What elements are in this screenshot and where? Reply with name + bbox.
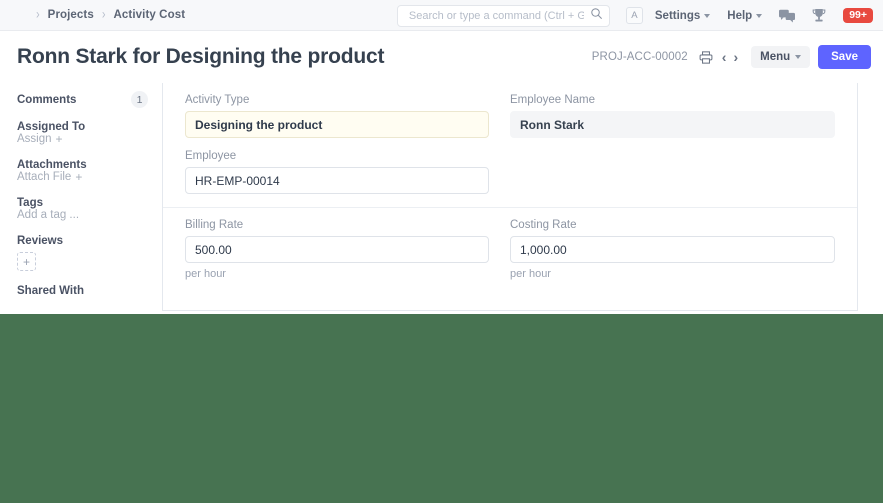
field-label-activity-type: Activity Type <box>185 94 250 106</box>
field-billing-rate: Billing Rate 500.00 per hour <box>185 219 489 280</box>
sidebar-heading-assigned-to: Assigned To <box>17 121 86 133</box>
search-input[interactable] <box>406 8 586 23</box>
plus-icon: + <box>55 132 63 146</box>
field-activity-type: Activity Type Designing the product <box>185 94 489 138</box>
plus-icon: + <box>75 170 83 184</box>
sidebar-section-shared-with: Shared With <box>17 285 148 297</box>
chevron-right-icon: › <box>101 6 106 22</box>
document-id: PROJ-ACC-00002 <box>591 51 688 63</box>
sidebar-heading-shared-with: Shared With <box>17 285 84 297</box>
sidebar-section-reviews: Reviews + <box>17 235 148 271</box>
billing-rate-hint: per hour <box>185 268 226 280</box>
sidebar-heading-attachments: Attachments <box>17 159 87 171</box>
field-employee: Employee HR-EMP-00014 <box>185 150 489 194</box>
search-icon[interactable] <box>590 7 603 25</box>
nav-menu-settings[interactable]: Settings <box>654 9 711 22</box>
field-label-employee: Employee <box>185 150 237 162</box>
avatar-initial: A <box>631 10 638 21</box>
breadcrumb-item-activity-cost[interactable]: Activity Cost <box>114 9 186 21</box>
attach-file-button[interactable]: Attach File + <box>17 171 148 183</box>
nav-menu-settings-label: Settings <box>654 9 701 22</box>
chevron-down-icon <box>704 13 711 18</box>
assign-label: Assign <box>17 133 52 145</box>
attach-file-label: Attach File <box>17 171 72 183</box>
page-header-actions: PROJ-ACC-00002 ‹ › Menu Save <box>592 31 871 83</box>
field-label-employee-name: Employee Name <box>510 94 596 106</box>
breadcrumb-item-projects[interactable]: Projects <box>48 9 94 21</box>
form-column-right: Employee Name Ronn Stark <box>510 94 835 194</box>
page-body: Comments 1 Assigned To Assign + Attachme… <box>0 83 883 311</box>
next-document-button[interactable]: › <box>733 50 738 64</box>
navbar-right-group: A Settings Help <box>396 0 873 31</box>
add-tag-label: Add a tag ... <box>17 209 80 221</box>
sidebar-heading-reviews: Reviews <box>17 235 64 247</box>
add-review-button[interactable]: + <box>17 252 36 271</box>
activity-type-input[interactable]: Designing the product <box>185 111 489 138</box>
save-button[interactable]: Save <box>818 45 871 69</box>
notification-badge[interactable]: 99+ <box>843 7 873 24</box>
sidebar-section-attachments: Attachments Attach File + <box>17 159 148 183</box>
sidebar-heading-tags: Tags <box>17 197 43 209</box>
billing-rate-input[interactable]: 500.00 <box>185 236 489 263</box>
top-navbar: › Projects › Activity Cost A Settings He… <box>0 0 883 31</box>
plus-icon: + <box>22 254 30 269</box>
employee-name-value: Ronn Stark <box>510 111 835 138</box>
form-column-left: Activity Type Designing the product Empl… <box>185 94 510 194</box>
sidebar-heading-comments[interactable]: Comments <box>17 94 76 106</box>
sidebar: Comments 1 Assigned To Assign + Attachme… <box>0 83 162 311</box>
search-box[interactable] <box>396 4 610 27</box>
field-label-billing-rate: Billing Rate <box>185 219 244 231</box>
form-card: Activity Type Designing the product Empl… <box>162 83 858 311</box>
menu-button[interactable]: Menu <box>751 46 811 68</box>
chevron-down-icon <box>795 55 802 59</box>
breadcrumb: › Projects › Activity Cost <box>36 6 186 22</box>
menu-button-label: Menu <box>760 51 791 63</box>
nav-menu-help[interactable]: Help <box>727 9 763 22</box>
avatar[interactable]: A <box>625 7 643 24</box>
field-costing-rate: Costing Rate 1,000.00 per hour <box>510 219 835 280</box>
chevron-down-icon <box>756 13 763 18</box>
chat-icon[interactable] <box>779 9 796 23</box>
desktop-background-band <box>0 314 883 503</box>
costing-rate-input[interactable]: 1,000.00 <box>510 236 835 263</box>
trophy-icon[interactable] <box>812 8 826 23</box>
sidebar-section-comments: Comments 1 <box>17 91 148 108</box>
costing-rate-hint: per hour <box>510 268 551 280</box>
form-column-left: Billing Rate 500.00 per hour <box>185 219 510 280</box>
field-employee-name: Employee Name Ronn Stark <box>510 94 835 138</box>
nav-menu-help-label: Help <box>727 9 753 22</box>
sidebar-section-assigned-to: Assigned To Assign + <box>17 121 148 145</box>
previous-document-button[interactable]: ‹ <box>722 50 727 64</box>
form-column-right: Costing Rate 1,000.00 per hour <box>510 219 835 280</box>
assign-button[interactable]: Assign + <box>17 133 148 145</box>
employee-input[interactable]: HR-EMP-00014 <box>185 167 489 194</box>
add-tag-input[interactable]: Add a tag ... <box>17 209 148 221</box>
page-header: Ronn Stark for Designing the product PRO… <box>0 31 883 83</box>
chevron-right-icon: › <box>36 6 40 22</box>
form-section-rates: Billing Rate 500.00 per hour Costing Rat… <box>163 207 857 293</box>
sidebar-section-tags: Tags Add a tag ... <box>17 197 148 221</box>
printer-icon[interactable] <box>699 50 713 64</box>
field-label-costing-rate: Costing Rate <box>510 219 577 231</box>
comments-count-badge: 1 <box>131 91 148 108</box>
form-section-details: Activity Type Designing the product Empl… <box>163 83 857 207</box>
page-title: Ronn Stark for Designing the product <box>17 45 385 68</box>
